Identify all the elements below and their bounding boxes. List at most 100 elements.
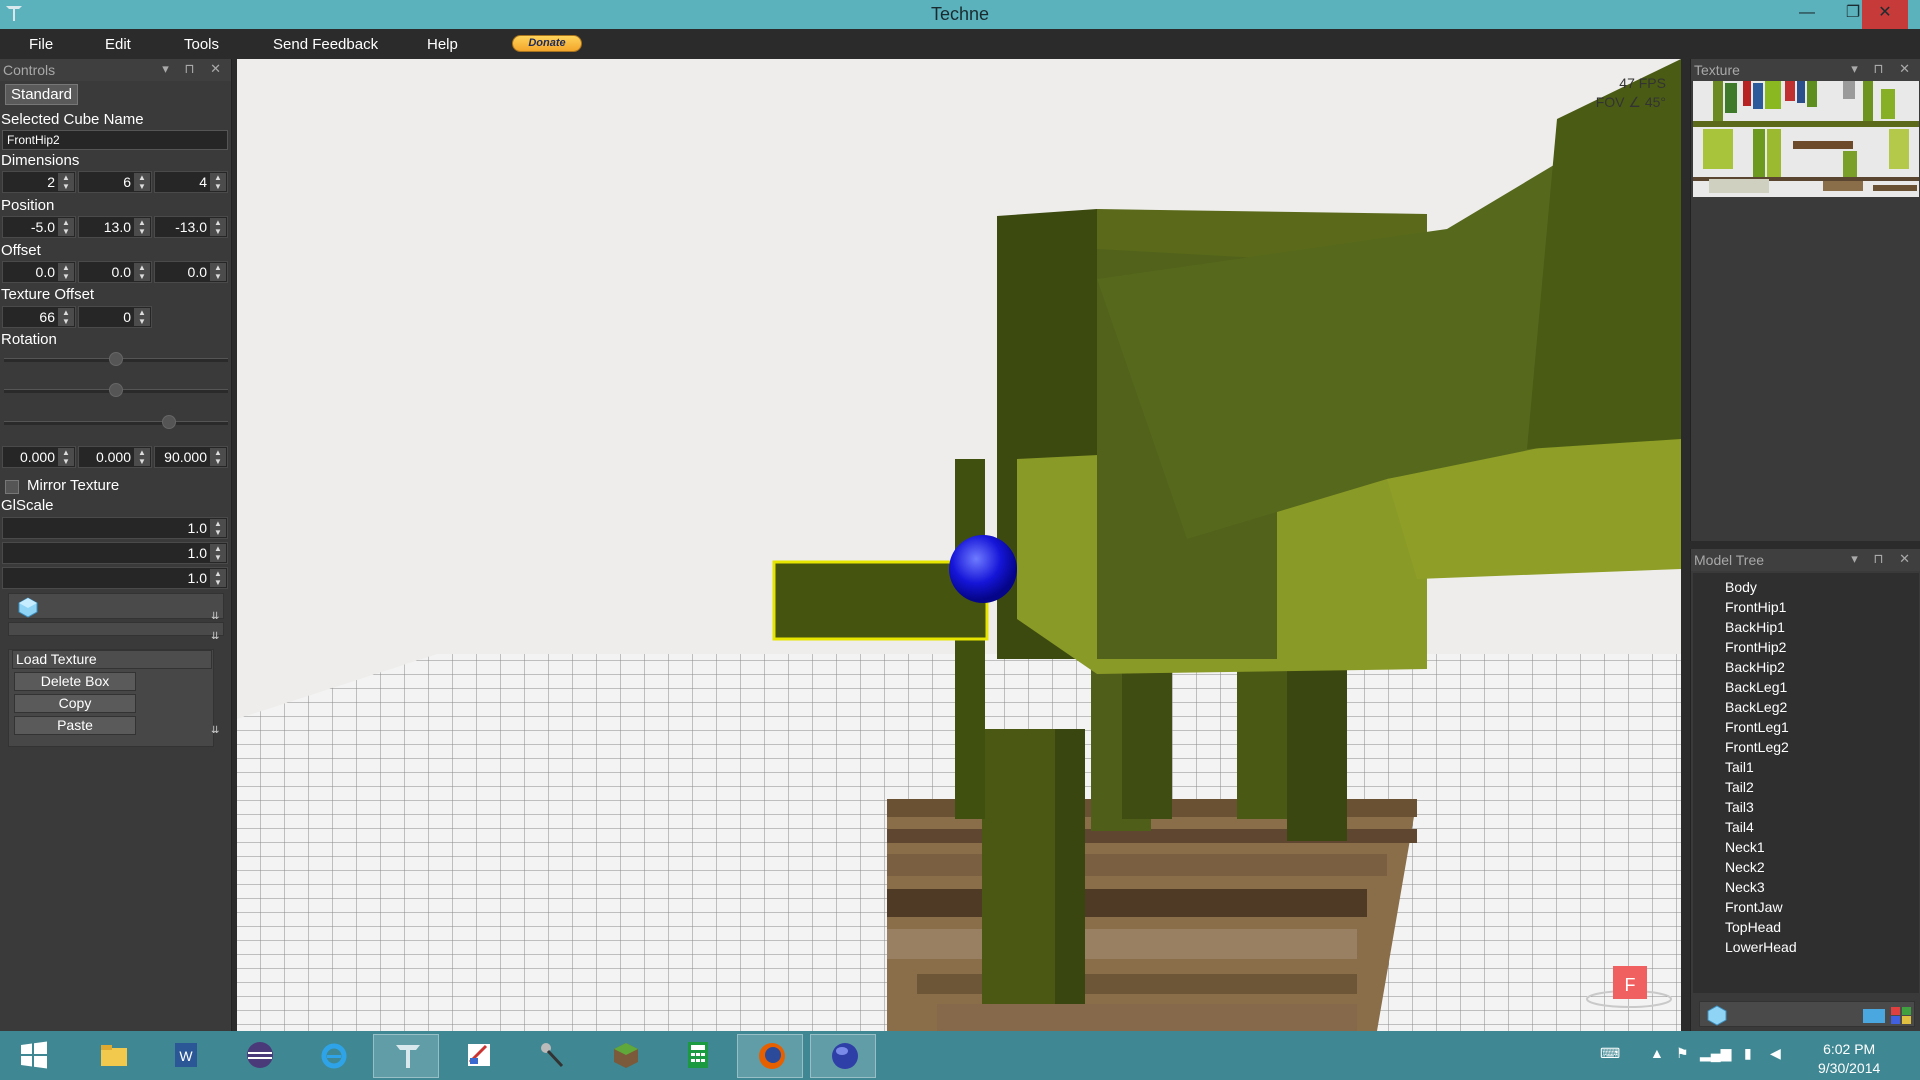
rotation-x-input[interactable]: 0.000 ▲ ▼ [2, 446, 76, 468]
minimize-button[interactable]: — [1784, 0, 1830, 29]
panel-header-icons[interactable]: ▾ ⊓ ✕ [162, 61, 227, 77]
spinner[interactable]: ▲ ▼ [58, 173, 74, 191]
texture-preview[interactable] [1693, 81, 1919, 197]
spinner[interactable]: ▲ ▼ [210, 519, 226, 537]
flag-icon[interactable]: ⚑ [1676, 1045, 1689, 1062]
start-button[interactable] [0, 1034, 66, 1078]
menu-tools[interactable]: Tools [184, 36, 219, 53]
taskbar-minecraft[interactable] [592, 1034, 658, 1078]
taskbar-firefox[interactable] [737, 1034, 803, 1078]
tree-item-tail1[interactable]: Tail1 [1725, 759, 1754, 775]
paste-button[interactable]: Paste [14, 716, 136, 735]
position-z-input[interactable]: -13.0 ▲ ▼ [154, 216, 228, 238]
mirror-texture-checkbox[interactable] [5, 480, 19, 494]
spinner[interactable]: ▲ ▼ [58, 263, 74, 281]
tree-item-frontleg1[interactable]: FrontLeg1 [1725, 719, 1789, 735]
tree-item-tail3[interactable]: Tail3 [1725, 799, 1754, 815]
donate-button[interactable]: Donate [512, 35, 582, 52]
slider-thumb[interactable] [109, 383, 123, 397]
scroll-down-icon[interactable]: ⇊ [211, 611, 225, 622]
glscale-y-input[interactable]: 1.0 ▲ ▼ [2, 542, 228, 564]
spinner[interactable]: ▲ ▼ [58, 218, 74, 236]
dimension-z-input[interactable]: 4 ▲ ▼ [154, 171, 228, 193]
spinner[interactable]: ▲ ▼ [58, 308, 74, 326]
taskbar-paint[interactable] [445, 1034, 511, 1078]
taskbar-java[interactable] [810, 1034, 876, 1078]
tree-item-lowerhead[interactable]: LowerHead [1725, 939, 1797, 955]
taskbar-calculator[interactable] [664, 1034, 730, 1078]
scroll-down-icon[interactable]: ⇊ [211, 725, 225, 736]
spinner[interactable]: ▲ ▼ [210, 569, 226, 587]
spinner[interactable]: ▲ ▼ [58, 448, 74, 466]
glscale-z-input[interactable]: 1.0 ▲ ▼ [2, 567, 228, 589]
tree-item-backhip2[interactable]: BackHip2 [1725, 659, 1785, 675]
copy-button[interactable]: Copy [14, 694, 136, 713]
dimension-x-input[interactable]: 2 ▲ ▼ [2, 171, 76, 193]
rotation-z-input[interactable]: 90.000 ▲ ▼ [154, 446, 228, 468]
volume-icon[interactable]: ◀ [1770, 1045, 1781, 1062]
keyboard-icon[interactable]: ⌨ [1600, 1045, 1620, 1062]
load-texture-button[interactable]: Load Texture [12, 650, 212, 669]
tree-item-neck1[interactable]: Neck1 [1725, 839, 1765, 855]
tray-expand-icon[interactable]: ▲ [1650, 1045, 1664, 1061]
tree-item-frontleg2[interactable]: FrontLeg2 [1725, 739, 1789, 755]
tree-item-tophead[interactable]: TopHead [1725, 919, 1781, 935]
spinner[interactable]: ▲ ▼ [134, 448, 150, 466]
tree-item-backleg1[interactable]: BackLeg1 [1725, 679, 1787, 695]
cube-name-input[interactable]: FrontHip2 [2, 130, 228, 150]
taskbar-internet-explorer[interactable] [300, 1034, 366, 1078]
spinner[interactable]: ▲ ▼ [134, 218, 150, 236]
tree-item-neck3[interactable]: Neck3 [1725, 879, 1765, 895]
menu-send-feedback[interactable]: Send Feedback [273, 36, 378, 53]
tree-item-neck2[interactable]: Neck2 [1725, 859, 1765, 875]
spinner[interactable]: ▲ ▼ [210, 448, 226, 466]
position-x-input[interactable]: -5.0 ▲ ▼ [2, 216, 76, 238]
spinner[interactable]: ▲ ▼ [134, 173, 150, 191]
standard-button[interactable]: Standard [5, 84, 78, 105]
rotation-y-slider[interactable] [4, 383, 228, 397]
folder-icon[interactable] [1862, 1005, 1886, 1025]
palette-icon[interactable] [1890, 1005, 1912, 1025]
system-clock[interactable]: 6:02 PM 9/30/2014 [1818, 1040, 1880, 1078]
close-button[interactable]: ✕ [1862, 0, 1908, 29]
3d-viewport[interactable]: F 47 FPS FOV ∠ 45° [237, 59, 1681, 1031]
slider-thumb[interactable] [161, 415, 176, 429]
tree-item-fronthip2[interactable]: FrontHip2 [1725, 639, 1786, 655]
taskbar-file-explorer[interactable] [80, 1034, 146, 1078]
texture-offset-y-input[interactable]: 0 ▲ ▼ [78, 306, 152, 328]
rotation-y-input[interactable]: 0.000 ▲ ▼ [78, 446, 152, 468]
dimension-y-input[interactable]: 6 ▲ ▼ [78, 171, 152, 193]
taskbar-word[interactable]: W [152, 1034, 218, 1078]
menu-help[interactable]: Help [427, 36, 458, 53]
spinner[interactable]: ▲ ▼ [210, 263, 226, 281]
offset-z-input[interactable]: 0.0 ▲ ▼ [154, 261, 228, 283]
taskbar-microphone[interactable] [518, 1034, 584, 1078]
network-icon[interactable]: ▂▄▆ [1700, 1045, 1731, 1062]
spinner[interactable]: ▲ ▼ [134, 308, 150, 326]
tree-item-tail2[interactable]: Tail2 [1725, 779, 1754, 795]
slider-thumb[interactable] [109, 352, 123, 366]
panel-header-icons[interactable]: ▾ ⊓ ✕ [1851, 551, 1916, 567]
panel-header-icons[interactable]: ▾ ⊓ ✕ [1851, 61, 1916, 77]
spinner[interactable]: ▲ ▼ [134, 263, 150, 281]
tree-item-backleg2[interactable]: BackLeg2 [1725, 699, 1787, 715]
cube-icon[interactable] [1706, 1004, 1728, 1026]
menu-file[interactable]: File [29, 36, 53, 53]
tree-item-backhip1[interactable]: BackHip1 [1725, 619, 1785, 635]
spinner[interactable]: ▲ ▼ [210, 218, 226, 236]
position-y-input[interactable]: 13.0 ▲ ▼ [78, 216, 152, 238]
battery-icon[interactable]: ▮ [1744, 1045, 1752, 1062]
cube-icon[interactable] [17, 596, 39, 618]
tree-item-body[interactable]: Body [1725, 579, 1757, 595]
taskbar-techne[interactable] [373, 1034, 439, 1078]
offset-x-input[interactable]: 0.0 ▲ ▼ [2, 261, 76, 283]
delete-box-button[interactable]: Delete Box [14, 672, 136, 691]
pivot-sphere[interactable] [949, 535, 1017, 603]
tree-item-fronthip1[interactable]: FrontHip1 [1725, 599, 1786, 615]
scroll-down-icon[interactable]: ⇊ [211, 631, 225, 642]
spinner[interactable]: ▲ ▼ [210, 173, 226, 191]
offset-y-input[interactable]: 0.0 ▲ ▼ [78, 261, 152, 283]
taskbar-eclipse[interactable] [226, 1034, 292, 1078]
menu-edit[interactable]: Edit [105, 36, 131, 53]
tree-item-tail4[interactable]: Tail4 [1725, 819, 1754, 835]
